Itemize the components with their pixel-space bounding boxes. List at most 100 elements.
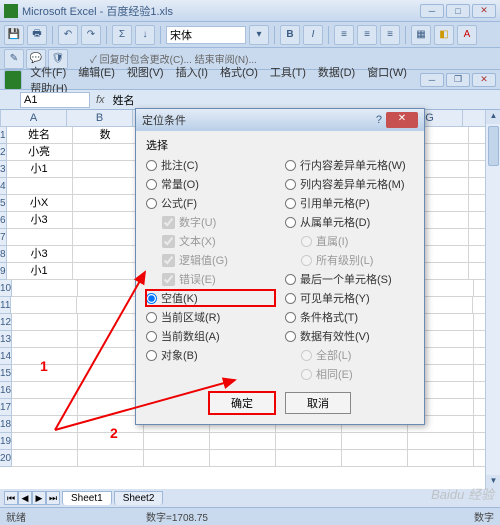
option-当前数组(A)[interactable]: 当前数组(A): [146, 328, 275, 344]
align-center-icon[interactable]: ≡: [357, 25, 377, 45]
row-head[interactable]: 16: [0, 382, 12, 399]
cell[interactable]: [12, 399, 78, 416]
cell[interactable]: [144, 433, 210, 450]
option-对象(B)[interactable]: 对象(B): [146, 347, 275, 363]
vertical-scrollbar[interactable]: ▲ ▼: [485, 110, 500, 489]
undo-icon[interactable]: ↶: [58, 25, 78, 45]
row-head[interactable]: 15: [0, 365, 12, 382]
cell[interactable]: [210, 450, 276, 467]
tab-next-icon[interactable]: ▶: [32, 491, 46, 505]
cancel-button[interactable]: 取消: [285, 392, 351, 414]
option-批注(C)[interactable]: 批注(C): [146, 157, 275, 173]
cell[interactable]: [73, 161, 139, 178]
ok-button[interactable]: 确定: [209, 392, 275, 414]
cell[interactable]: [73, 195, 139, 212]
option-条件格式(T)[interactable]: 条件格式(T): [285, 309, 414, 325]
app-icon[interactable]: [4, 70, 22, 90]
cell[interactable]: [7, 178, 73, 195]
option-数据有效性(V)[interactable]: 数据有效性(V): [285, 328, 414, 344]
borders-icon[interactable]: ▦: [411, 25, 431, 45]
option-文本(X)[interactable]: 文本(X): [162, 233, 275, 249]
cell[interactable]: [73, 144, 139, 161]
maximize-button[interactable]: □: [446, 4, 470, 18]
print-icon[interactable]: 🖶: [27, 25, 47, 45]
row-head[interactable]: 20: [0, 450, 12, 467]
row-head[interactable]: 14: [0, 348, 12, 365]
cell[interactable]: [73, 263, 139, 280]
option-错误(E)[interactable]: 错误(E): [162, 271, 275, 287]
menu-格式(O)[interactable]: 格式(O): [214, 66, 264, 80]
cell[interactable]: [342, 450, 408, 467]
review-icon[interactable]: ✎: [4, 49, 24, 69]
cell[interactable]: [12, 416, 78, 433]
option-空值(K)[interactable]: 空值(K): [146, 290, 275, 306]
row-head[interactable]: 18: [0, 416, 12, 433]
option-最后一个单元格(S)[interactable]: 最后一个单元格(S): [285, 271, 414, 287]
menu-数据(D)[interactable]: 数据(D): [312, 66, 361, 80]
scroll-up-icon[interactable]: ▲: [486, 110, 500, 124]
sum-icon[interactable]: Σ: [112, 25, 132, 45]
minimize-button[interactable]: ─: [420, 4, 444, 18]
menu-窗口(W)[interactable]: 窗口(W): [361, 66, 413, 80]
sort-icon[interactable]: ↓: [135, 25, 155, 45]
option-可见单元格(Y)[interactable]: 可见单元格(Y): [285, 290, 414, 306]
cell[interactable]: 姓名: [7, 127, 73, 144]
cell[interactable]: [73, 178, 139, 195]
option-列内容差异单元格(M)[interactable]: 列内容差异单元格(M): [285, 176, 414, 192]
dialog-help-icon[interactable]: ?: [376, 114, 382, 126]
tab-first-icon[interactable]: ⏮: [4, 491, 18, 505]
cell[interactable]: [408, 450, 474, 467]
tab-last-icon[interactable]: ⏭: [46, 491, 60, 505]
cell[interactable]: [12, 382, 78, 399]
cell[interactable]: [73, 212, 139, 229]
font-dropdown-icon[interactable]: ▾: [249, 25, 269, 45]
cell[interactable]: [73, 229, 139, 246]
bold-button[interactable]: B: [280, 25, 300, 45]
font-color-icon[interactable]: A: [457, 25, 477, 45]
option-行内容差异单元格(W)[interactable]: 行内容差异单元格(W): [285, 157, 414, 173]
cell[interactable]: [210, 433, 276, 450]
cell[interactable]: 小1: [7, 161, 73, 178]
doc-close-button[interactable]: ✕: [472, 73, 496, 87]
align-right-icon[interactable]: ≡: [380, 25, 400, 45]
name-box[interactable]: [20, 92, 90, 108]
font-selector[interactable]: 宋体: [166, 26, 246, 44]
cell[interactable]: [12, 280, 78, 297]
cell[interactable]: [144, 450, 210, 467]
option-逻辑值(G)[interactable]: 逻辑值(G): [162, 252, 275, 268]
fx-icon[interactable]: fx: [96, 94, 105, 106]
menu-工具(T)[interactable]: 工具(T): [264, 66, 312, 80]
row-head[interactable]: 17: [0, 399, 12, 416]
row-head[interactable]: 12: [0, 314, 12, 331]
row-head[interactable]: 19: [0, 433, 12, 450]
cell[interactable]: 小亮: [7, 144, 73, 161]
scroll-thumb[interactable]: [488, 126, 499, 166]
sheet-tab-1[interactable]: Sheet1: [62, 491, 112, 505]
cell[interactable]: 数: [73, 127, 139, 144]
menu-插入(I)[interactable]: 插入(I): [170, 66, 214, 80]
doc-restore-button[interactable]: ❐: [446, 73, 470, 87]
cell[interactable]: [342, 433, 408, 450]
option-数字(U)[interactable]: 数字(U): [162, 214, 275, 230]
row-head[interactable]: 11: [0, 297, 11, 314]
option-引用单元格(P)[interactable]: 引用单元格(P): [285, 195, 414, 211]
dialog-close-button[interactable]: ✕: [386, 112, 418, 128]
cell[interactable]: [12, 450, 78, 467]
row-head[interactable]: 13: [0, 331, 12, 348]
cell[interactable]: [77, 297, 143, 314]
row-head[interactable]: 10: [0, 280, 12, 297]
cell[interactable]: 小3: [7, 246, 73, 263]
fill-color-icon[interactable]: ◧: [434, 25, 454, 45]
close-button[interactable]: ✕: [472, 4, 496, 18]
cell[interactable]: [12, 331, 78, 348]
cell[interactable]: [12, 314, 78, 331]
menu-编辑(E)[interactable]: 编辑(E): [72, 66, 121, 80]
cell[interactable]: [12, 433, 78, 450]
redo-icon[interactable]: ↷: [81, 25, 101, 45]
cell[interactable]: [408, 433, 474, 450]
cell[interactable]: [11, 297, 77, 314]
option-当前区域(R)[interactable]: 当前区域(R): [146, 309, 275, 325]
cell[interactable]: [7, 229, 73, 246]
tab-prev-icon[interactable]: ◀: [18, 491, 32, 505]
cell[interactable]: [276, 450, 342, 467]
